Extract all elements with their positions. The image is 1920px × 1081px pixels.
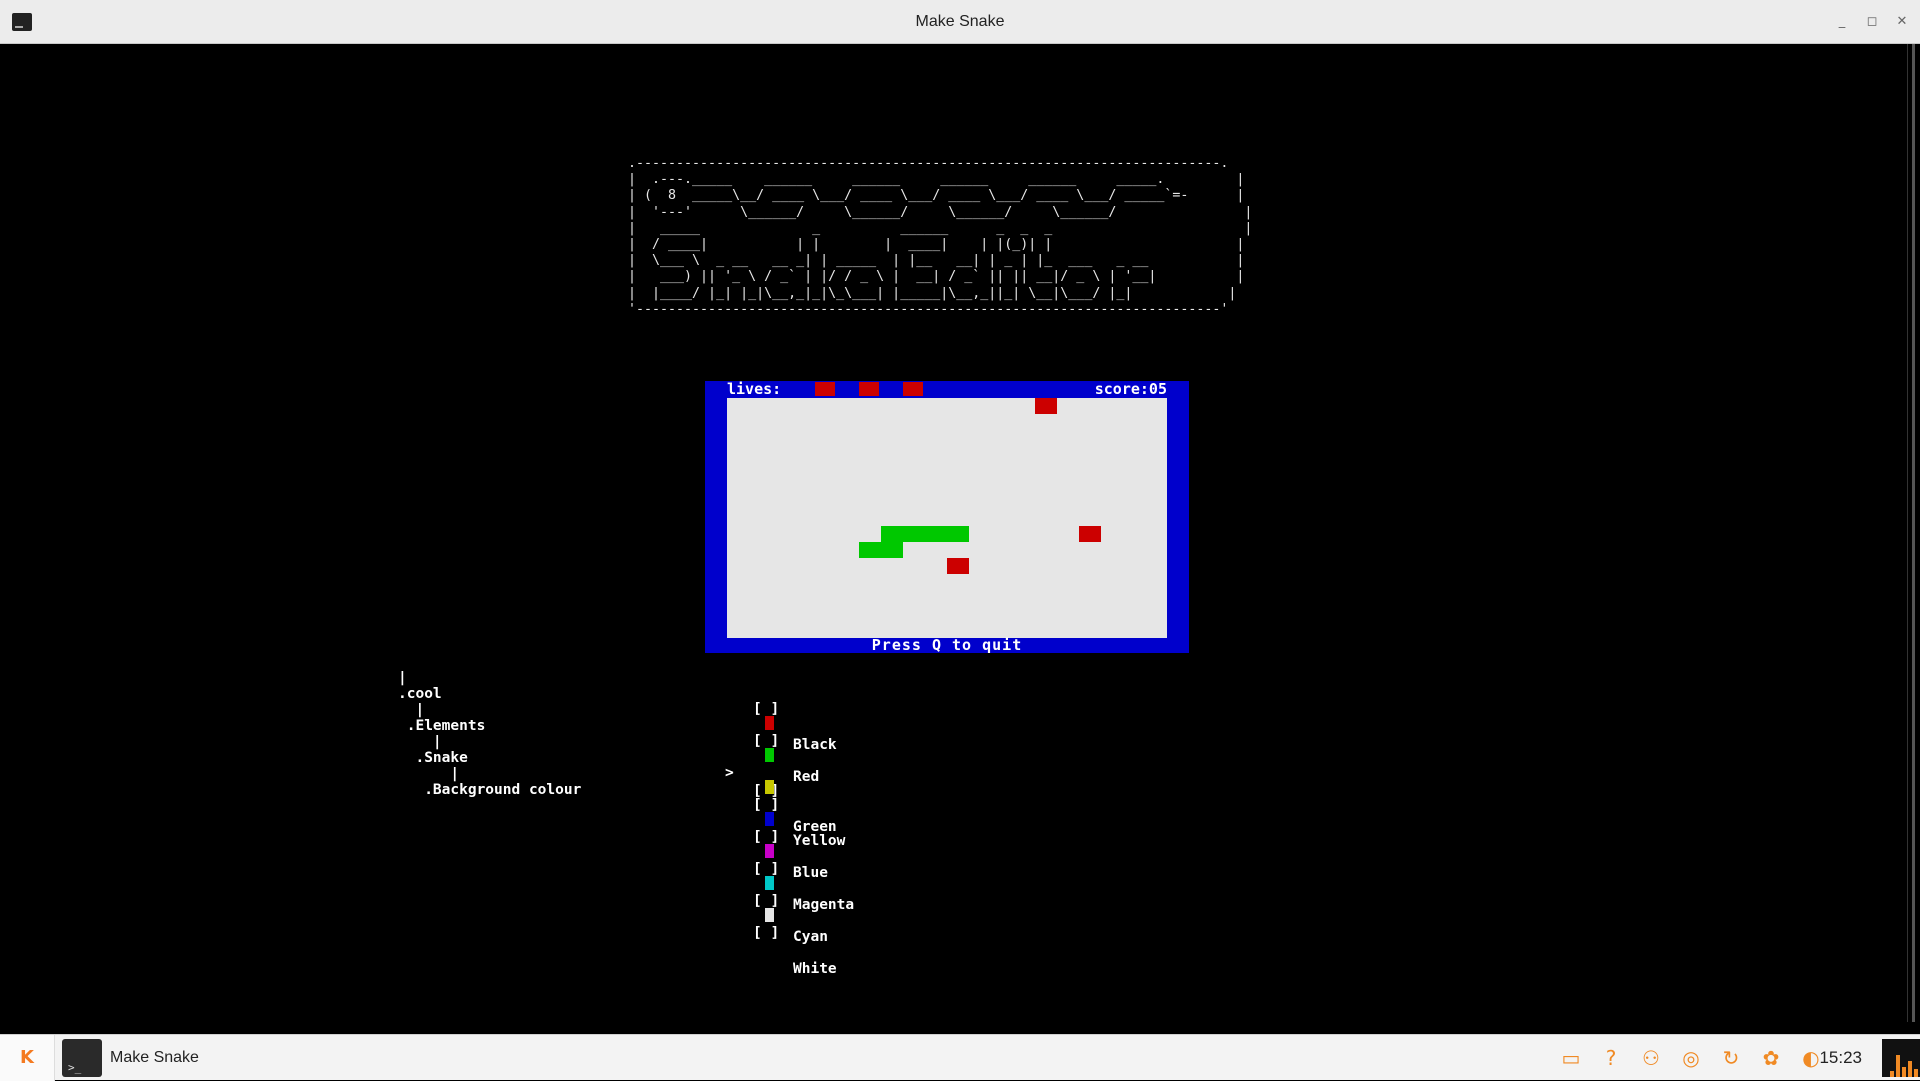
window-icon[interactable]: ▭ (1556, 1043, 1586, 1073)
food-item (1079, 526, 1101, 542)
color-swatch (765, 908, 774, 922)
tree-node-snake: .Snake (398, 750, 468, 766)
life-indicator (815, 382, 835, 396)
color-label: Magenta (793, 897, 855, 913)
quit-hint: Press Q to quit (871, 636, 1023, 654)
playfield (727, 398, 1167, 638)
color-option-blue[interactable]: [ ] Blue (725, 810, 828, 881)
snake-body (881, 526, 969, 542)
taskbar-task-make-snake[interactable]: Make Snake (62, 1039, 199, 1077)
score-label: score:05 (1094, 380, 1167, 398)
color-swatch (765, 844, 774, 858)
window-titlebar: Make Snake _ ◻ ✕ (0, 0, 1920, 44)
color-label: Blue (793, 865, 828, 881)
game-hud: lives: score:05 (705, 381, 1189, 398)
clock[interactable]: 15:23 (1819, 1035, 1862, 1081)
tree-node-cool: .cool (398, 686, 442, 702)
minimize-button[interactable]: _ (1834, 14, 1850, 30)
color-swatch (765, 812, 774, 826)
user-icon[interactable]: ⚇ (1636, 1043, 1666, 1073)
game-board: lives: score:05 Press Q to quit (705, 381, 1189, 653)
network-icon[interactable]: ◎ (1676, 1043, 1706, 1073)
color-label: Red (793, 769, 820, 785)
help-icon[interactable]: ? (1596, 1043, 1626, 1073)
task-label: Make Snake (110, 1049, 199, 1066)
maximize-button[interactable]: ◻ (1864, 14, 1880, 30)
tree-node-background-colour: .Background colour (398, 782, 582, 798)
tree-connector: | (398, 766, 460, 782)
food-item (1035, 398, 1057, 414)
color-option-magenta[interactable]: [ ] Magenta (725, 842, 854, 913)
color-swatch (765, 684, 774, 698)
color-swatch (765, 716, 774, 730)
color-label: Black (793, 737, 837, 753)
close-button[interactable]: ✕ (1894, 14, 1910, 30)
color-swatch (765, 780, 774, 794)
color-swatch (765, 748, 774, 762)
system-tray: ▭ ? ⚇ ◎ ↻ ✿ ◐ (1556, 1035, 1826, 1081)
tree-connector: | (398, 670, 407, 686)
color-option-black[interactable]: [ ] Black (725, 682, 837, 753)
color-label: Yellow (793, 833, 846, 849)
color-label: Cyan (793, 929, 828, 945)
application-launcher-button[interactable]: K (0, 1035, 55, 1081)
terminal-scrollbar[interactable] (1907, 44, 1920, 1022)
color-option-white[interactable]: [ ] White (725, 906, 837, 977)
system-monitor-graph[interactable] (1882, 1039, 1920, 1077)
settings-icon[interactable]: ✿ (1756, 1043, 1786, 1073)
tree-connector: | (398, 702, 425, 718)
tree-connector: | (398, 734, 442, 750)
color-option-yellow[interactable]: [ ] Yellow (725, 778, 845, 849)
color-label: White (793, 961, 837, 977)
life-indicator (903, 382, 923, 396)
food-item (947, 558, 969, 574)
color-option-cyan[interactable]: [ ] Cyan (725, 874, 828, 945)
taskbar: K Make Snake ▭ ? ⚇ ◎ ↻ ✿ ◐ 15:23 (0, 1034, 1920, 1081)
color-option-red[interactable]: [ ] Red (725, 714, 819, 785)
snake-editor-ascii-banner: .---------------------------------------… (628, 156, 1253, 317)
window-title: Make Snake (915, 13, 1005, 30)
updates-icon[interactable]: ↻ (1716, 1043, 1746, 1073)
terminal-icon (62, 1039, 102, 1077)
color-option-green[interactable]: > [ ] Green (725, 746, 837, 835)
lives-label: lives: (727, 380, 782, 398)
life-indicator (859, 382, 879, 396)
snake-tail (859, 542, 903, 558)
color-swatch (765, 876, 774, 890)
tree-node-elements: .Elements (398, 718, 486, 734)
